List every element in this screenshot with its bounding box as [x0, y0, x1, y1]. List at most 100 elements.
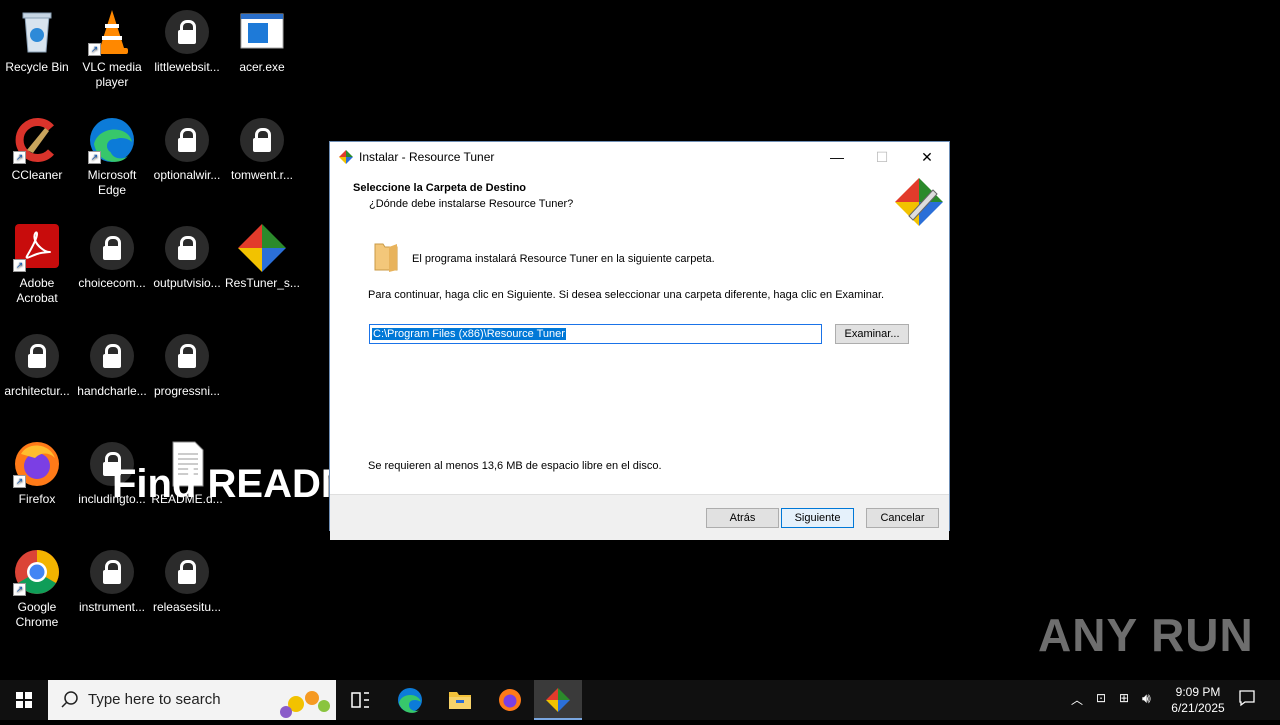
- desktop-icon-label: choicecom...: [78, 276, 146, 290]
- shortcut-arrow-icon: ↗: [88, 43, 101, 56]
- lock-icon: [15, 334, 59, 378]
- start-button[interactable]: [0, 680, 48, 720]
- desktop-icon-label: optionalwir...: [153, 168, 221, 182]
- cancel-button[interactable]: Cancelar: [866, 508, 939, 528]
- taskbar-search-box[interactable]: Type here to search: [48, 680, 336, 720]
- desktop-icon-tomwent[interactable]: tomwent.r...: [225, 116, 299, 183]
- exe-window-icon: [238, 8, 286, 56]
- disk-space-note: Se requieren al menos 13,6 MB de espacio…: [368, 460, 662, 472]
- desktop-icon-label: architectur...: [4, 384, 70, 398]
- desktop-icon-label: Adobe Acrobat: [16, 276, 58, 305]
- network-icon[interactable]: ⊞: [1119, 691, 1129, 705]
- lock-icon: [165, 334, 209, 378]
- taskbar-restuner-button[interactable]: [534, 680, 582, 720]
- taskbar-firefox-button[interactable]: [490, 680, 530, 720]
- install-info-text: El programa instalará Resource Tuner en …: [412, 253, 715, 265]
- shortcut-arrow-icon: ↗: [13, 475, 26, 488]
- dialog-title: Instalar - Resource Tuner: [359, 150, 495, 164]
- minimize-button[interactable]: —: [814, 142, 860, 172]
- maximize-icon: ☐: [875, 149, 889, 165]
- desktop-icon-label: handcharle...: [77, 384, 147, 398]
- desktop-icon-optionalwir[interactable]: optionalwir...: [150, 116, 224, 183]
- folder-icon: [449, 692, 471, 709]
- lock-icon: [90, 334, 134, 378]
- desktop-icon-label: Firefox: [18, 492, 56, 506]
- desktop-icon-releasesitu[interactable]: releasesitu...: [150, 548, 224, 615]
- desktop-icon-architectur[interactable]: architectur...: [0, 332, 74, 399]
- desktop-icon-firefox[interactable]: ↗ Firefox: [0, 440, 74, 507]
- close-icon: ✕: [921, 149, 933, 165]
- lock-icon: [90, 226, 134, 270]
- wizard-header: Seleccione la Carpeta de Destino ¿Dónde …: [330, 172, 949, 228]
- chrome-icon: ↗: [13, 548, 61, 596]
- search-highlight-flowers-icon: [280, 691, 330, 718]
- restuner-icon: [546, 688, 570, 712]
- desktop-icon-adobe-acrobat[interactable]: ↗ Adobe Acrobat: [0, 224, 74, 306]
- close-button[interactable]: ✕: [904, 142, 950, 172]
- anyrun-watermark: ANY RUN: [1038, 609, 1254, 661]
- acrobat-icon: ↗: [13, 224, 61, 272]
- shortcut-arrow-icon: ↗: [88, 151, 101, 164]
- dialog-titlebar[interactable]: Instalar - Resource Tuner — ☐ ✕: [330, 142, 949, 172]
- desktop-icon-label: releasesitu...: [152, 600, 222, 614]
- edge-icon: ↗: [88, 116, 136, 164]
- desktop-icon-progressni[interactable]: progressni...: [150, 332, 224, 399]
- clock-date: 6/21/2025: [1171, 701, 1225, 715]
- windows-logo-icon: [16, 692, 32, 708]
- destination-path-value: C:\Program Files (x86)\Resource Tuner: [372, 328, 566, 340]
- desktop-icon-recycle-bin[interactable]: Recycle Bin: [0, 8, 74, 75]
- desktop-icon-label: progressni...: [153, 384, 221, 398]
- task-view-button[interactable]: [340, 680, 380, 720]
- desktop-icon-cccleaner[interactable]: ↗ CCleaner: [0, 116, 74, 183]
- taskbar-edge-button[interactable]: [390, 680, 430, 720]
- instruction-text: Para continuar, haga clic en Siguiente. …: [368, 289, 885, 301]
- desktop-icon-label: ResTuner_s...: [225, 276, 300, 290]
- desktop-icon-handcharle[interactable]: handcharle...: [75, 332, 149, 399]
- desktop-icon-label: Google Chrome: [15, 600, 59, 629]
- meet-now-icon[interactable]: ⊡: [1096, 691, 1106, 705]
- vlc-cone-icon: ↗: [88, 8, 136, 56]
- desktop-icon-acer-exe[interactable]: acer.exe: [225, 8, 299, 75]
- lock-icon: [165, 550, 209, 594]
- clock[interactable]: 9:09 PM 6/21/2025: [1168, 684, 1228, 716]
- desktop-icon-microsoft-edge[interactable]: ↗ Microsoft Edge: [75, 116, 149, 198]
- restuner-app-icon: [339, 150, 353, 164]
- action-center-button[interactable]: [1238, 689, 1256, 710]
- shortcut-arrow-icon: ↗: [13, 259, 26, 272]
- back-button[interactable]: Atrás: [706, 508, 779, 528]
- destination-path-input[interactable]: C:\Program Files (x86)\Resource Tuner: [369, 324, 822, 344]
- desktop-icon-choicecom[interactable]: choicecom...: [75, 224, 149, 291]
- lock-icon: [165, 10, 209, 54]
- desktop-icon-vlc[interactable]: ↗ VLC media player: [75, 8, 149, 90]
- search-icon: [61, 691, 78, 708]
- lock-icon: [165, 226, 209, 270]
- wizard-logo-icon: [895, 178, 943, 226]
- browse-button[interactable]: Examinar...: [835, 324, 909, 344]
- folder-icon: [374, 243, 398, 272]
- lock-icon: [90, 550, 134, 594]
- volume-icon[interactable]: 🔊︎: [1142, 690, 1151, 707]
- desktop-icon-label: tomwent.r...: [230, 168, 294, 182]
- desktop-icon-restuner-setup[interactable]: ResTuner_s...: [225, 224, 300, 291]
- desktop-icon-label: CCleaner: [11, 168, 63, 182]
- desktop-icon-instrument[interactable]: instrument...: [75, 548, 149, 615]
- maximize-button: ☐: [859, 142, 905, 172]
- desktop-icon-label: VLC media player: [82, 60, 142, 89]
- shortcut-arrow-icon: ↗: [13, 583, 26, 596]
- wizard-subheading: ¿Dónde debe instalarse Resource Tuner?: [369, 198, 574, 210]
- clock-time: 9:09 PM: [1175, 685, 1221, 699]
- desktop-icon-label: littlewebsit...: [154, 60, 220, 74]
- taskbar-file-explorer-button[interactable]: [440, 680, 480, 720]
- taskbar: Type here to search ︿ ⊡ ⊞ 🔊︎ 9:09 PM 6/2…: [0, 680, 1280, 720]
- desktop-icon-littlewebsit[interactable]: littlewebsit...: [150, 8, 224, 75]
- lock-icon: [165, 118, 209, 162]
- show-hidden-icons-chevron-up-icon[interactable]: ︿: [1071, 691, 1083, 708]
- desktop-icon-outputvisio[interactable]: outputvisio...: [150, 224, 224, 291]
- shortcut-arrow-icon: ↗: [13, 151, 26, 164]
- desktop-icon-google-chrome[interactable]: ↗ Google Chrome: [0, 548, 74, 630]
- wizard-body: El programa instalará Resource Tuner en …: [330, 228, 949, 540]
- next-button[interactable]: Siguiente: [781, 508, 854, 528]
- search-placeholder: Type here to search: [88, 691, 221, 708]
- restuner-icon: [238, 224, 286, 272]
- minimize-icon: —: [830, 149, 844, 165]
